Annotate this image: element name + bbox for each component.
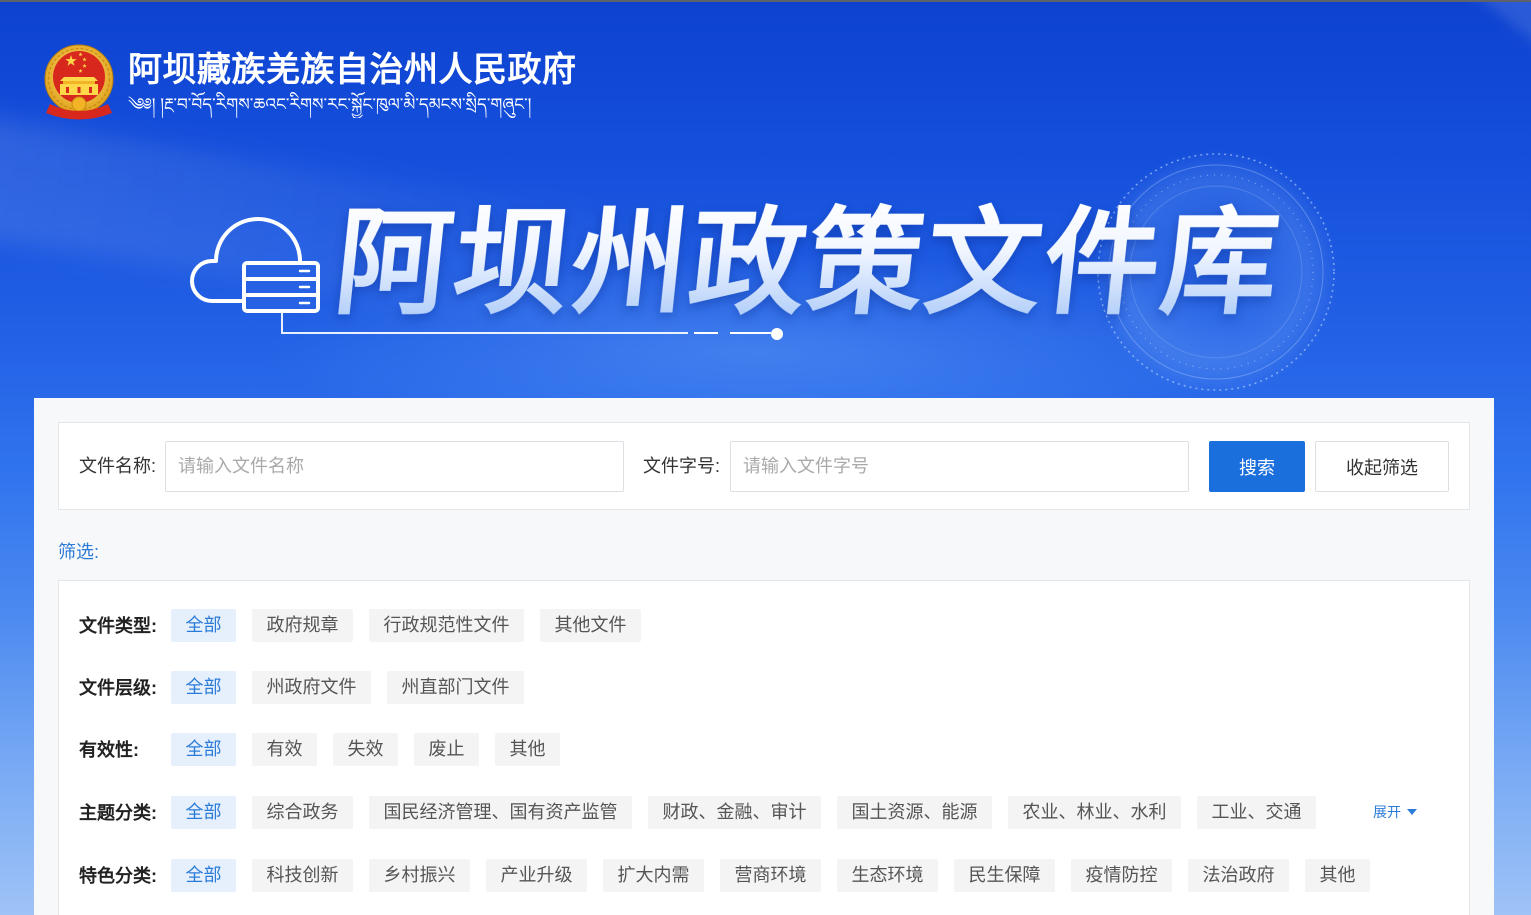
doc-type-option[interactable]: 其他文件 — [540, 608, 641, 642]
validity-option[interactable]: 废止 — [414, 732, 479, 766]
topic-option[interactable]: 农业、林业、水利 — [1008, 795, 1181, 829]
search-panel: 文件名称: 文件字号: 搜索 收起筛选 — [58, 422, 1470, 510]
feature-option[interactable]: 疫情防控 — [1071, 858, 1172, 892]
file-name-label: 文件名称: — [79, 456, 157, 476]
feature-option[interactable]: 乡村振兴 — [369, 858, 470, 892]
feature-option[interactable]: 扩大内需 — [603, 858, 704, 892]
validity-option[interactable]: 全部 — [171, 732, 236, 766]
feature-option[interactable]: 产业升级 — [486, 858, 587, 892]
validity-option[interactable]: 失效 — [333, 732, 398, 766]
doc-level-option[interactable]: 州政府文件 — [252, 670, 371, 704]
feature-option[interactable]: 其他 — [1305, 858, 1370, 892]
feature-option[interactable]: 科技创新 — [252, 858, 353, 892]
gov-subtitle-tibetan: ༄༅། །རྔ་བ་བོད་རིགས་ཆའང་རིགས་རང་སྐྱོང་ཁུལ… — [128, 95, 532, 114]
cloud-server-icon — [190, 217, 320, 313]
filter-row-doc-level: 文件层级: 全部 州政府文件 州直部门文件 — [59, 656, 1469, 718]
topic-option[interactable]: 全部 — [171, 795, 236, 829]
filter-panel: 文件类型: 全部 政府规章 行政规范性文件 其他文件 文件层级: 全部 州政府文… — [58, 580, 1470, 915]
header-banner: 阿坝藏族羌族自治州人民政府 ༄༅། །རྔ་བ་བོད་རིགས་ཆའང་རིག… — [0, 2, 1531, 398]
caret-down-icon — [1407, 809, 1417, 815]
filter-heading: 筛选: — [58, 542, 100, 562]
doc-level-option[interactable]: 州直部门文件 — [387, 670, 524, 704]
collapse-filter-button[interactable]: 收起筛选 — [1315, 441, 1449, 492]
doc-type-options: 全部 政府规章 行政规范性文件 其他文件 — [171, 608, 641, 642]
doc-type-option[interactable]: 政府规章 — [252, 608, 353, 642]
feature-options: 全部 科技创新 乡村振兴 产业升级 扩大内需 营商环境 生态环境 民生保障 疫情… — [171, 858, 1370, 892]
file-number-label: 文件字号: — [643, 456, 721, 476]
topic-expand-toggle[interactable]: 展开 — [1373, 802, 1417, 822]
filter-label: 特色分类: — [79, 866, 157, 886]
filter-label: 文件层级: — [79, 678, 157, 698]
doc-level-option[interactable]: 全部 — [171, 670, 236, 704]
banner-title: 阿坝州政策文件库 — [328, 195, 1288, 331]
topic-options: 全部 综合政务 国民经济管理、国有资产监管 财政、金融、审计 国土资源、能源 农… — [171, 795, 1316, 829]
filter-row-topic: 主题分类: 全部 综合政务 国民经济管理、国有资产监管 财政、金融、审计 国土资… — [59, 780, 1469, 844]
filter-row-feature: 特色分类: 全部 科技创新 乡村振兴 产业升级 扩大内需 营商环境 生态环境 民… — [59, 844, 1469, 906]
filter-label: 主题分类: — [79, 803, 157, 823]
filter-row-doc-type: 文件类型: 全部 政府规章 行政规范性文件 其他文件 — [59, 594, 1469, 656]
topic-option[interactable]: 财政、金融、审计 — [648, 795, 821, 829]
feature-option[interactable]: 民生保障 — [954, 858, 1055, 892]
validity-option[interactable]: 有效 — [252, 732, 317, 766]
filter-label: 文件类型: — [79, 616, 157, 636]
content-panel: 文件名称: 文件字号: 搜索 收起筛选 筛选: 文件类型: 全部 政府规章 行政… — [34, 398, 1494, 915]
topic-option[interactable]: 国土资源、能源 — [837, 795, 992, 829]
topic-option[interactable]: 工业、交通 — [1197, 795, 1316, 829]
topic-option[interactable]: 综合政务 — [252, 795, 353, 829]
validity-option[interactable]: 其他 — [495, 732, 560, 766]
feature-option[interactable]: 法治政府 — [1188, 858, 1289, 892]
doc-level-options: 全部 州政府文件 州直部门文件 — [171, 670, 524, 704]
filter-label: 有效性: — [79, 740, 139, 760]
search-button[interactable]: 搜索 — [1209, 441, 1305, 492]
doc-type-option[interactable]: 全部 — [171, 608, 236, 642]
feature-option[interactable]: 营商环境 — [720, 858, 821, 892]
doc-type-option[interactable]: 行政规范性文件 — [369, 608, 524, 642]
topic-option[interactable]: 国民经济管理、国有资产监管 — [369, 795, 632, 829]
file-number-input[interactable] — [730, 441, 1189, 492]
file-name-input[interactable] — [165, 441, 624, 492]
expand-label: 展开 — [1373, 804, 1401, 820]
feature-option[interactable]: 生态环境 — [837, 858, 938, 892]
filter-row-validity: 有效性: 全部 有效 失效 废止 其他 — [59, 718, 1469, 780]
feature-option[interactable]: 全部 — [171, 858, 236, 892]
national-emblem-icon — [44, 44, 114, 120]
validity-options: 全部 有效 失效 废止 其他 — [171, 732, 560, 766]
gov-title: 阿坝藏族羌族自治州人民政府 — [128, 50, 577, 90]
